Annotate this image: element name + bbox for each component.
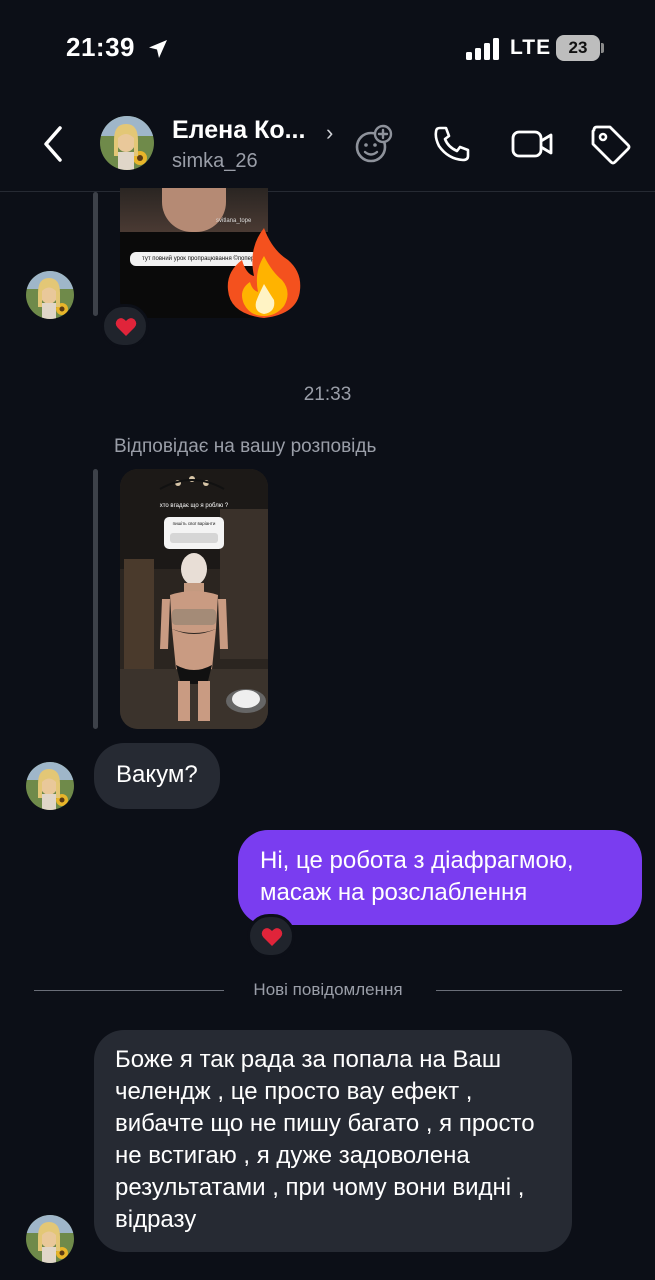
story-question: хто вгадає що я роблю ? xyxy=(159,503,229,509)
message-timestamp: 21:33 xyxy=(303,384,352,405)
battery-icon: 23 xyxy=(556,35,604,61)
fire-emoji-icon xyxy=(227,228,301,318)
reply-indicator-line xyxy=(93,469,98,729)
incoming-message-bubble[interactable]: Боже я так рада за попала на Ваш челендж… xyxy=(94,1030,572,1252)
add-effect-icon[interactable] xyxy=(352,122,396,166)
battery-level: 23 xyxy=(556,35,600,61)
heart-icon xyxy=(261,928,283,946)
contact-avatar-small[interactable] xyxy=(26,762,74,810)
contact-username[interactable]: simka_26 xyxy=(172,150,258,173)
carrier-label: LTE xyxy=(510,36,552,59)
story-question-sticker: пишіть свої варіанти xyxy=(164,517,224,549)
contact-name[interactable]: Елена Ко... xyxy=(172,116,305,145)
story-handle: svitlana_tope xyxy=(216,218,252,224)
story-image-face xyxy=(162,188,226,232)
contact-chevron-icon[interactable]: › xyxy=(326,120,333,146)
chat-header: Елена Ко... › simka_26 xyxy=(0,96,655,192)
new-messages-divider: Нові повідомлення xyxy=(34,978,622,1004)
status-bar: 21:39 LTE 23 xyxy=(0,0,655,96)
tag-icon[interactable] xyxy=(588,122,632,166)
contact-avatar-small[interactable] xyxy=(26,271,74,319)
divider-line-right xyxy=(436,990,622,991)
battery-cap xyxy=(601,43,604,53)
heart-reaction[interactable] xyxy=(101,304,149,348)
incoming-message-bubble[interactable]: Вакум? xyxy=(94,743,220,809)
contact-avatar-small[interactable] xyxy=(26,1215,74,1263)
cellular-signal-icon xyxy=(466,38,499,60)
contact-avatar[interactable] xyxy=(100,116,154,170)
heart-reaction[interactable] xyxy=(247,914,295,958)
status-time: 21:39 xyxy=(66,32,135,62)
story-sticker-text: пишіть свої варіанти xyxy=(172,521,216,526)
story-sticker-button xyxy=(170,533,218,543)
reply-caption: Відповідає на вашу розповідь xyxy=(114,436,377,457)
reply-indicator-line xyxy=(93,192,98,316)
heart-icon xyxy=(115,318,137,336)
outgoing-message-bubble[interactable]: Ні, це робота з діафрагмою, масаж на роз… xyxy=(238,830,642,925)
story-preview[interactable]: хто вгадає що я роблю ? пишіть свої варі… xyxy=(120,469,268,729)
location-arrow-icon xyxy=(149,40,167,58)
call-icon[interactable] xyxy=(430,122,474,166)
video-call-icon[interactable] xyxy=(510,122,554,166)
back-icon[interactable] xyxy=(36,122,70,166)
